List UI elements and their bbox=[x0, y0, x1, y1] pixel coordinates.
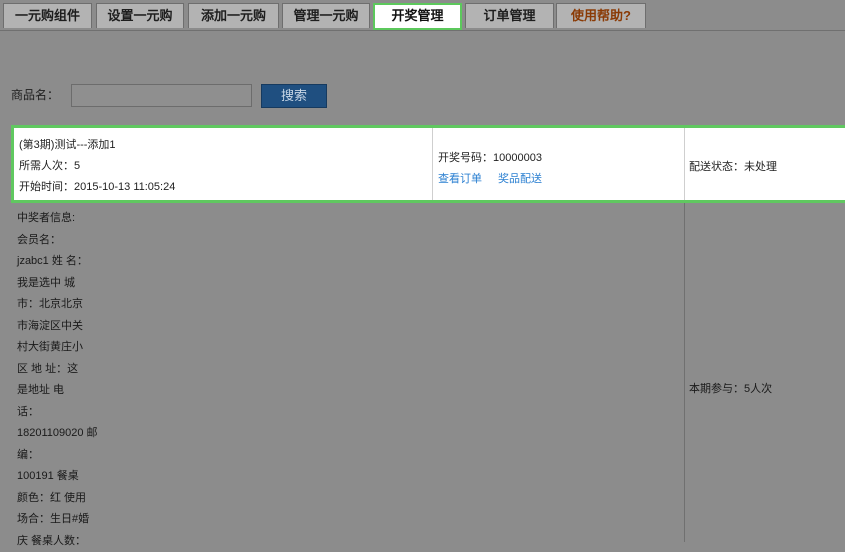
delivery-status: 配送状态：未处理 bbox=[689, 157, 845, 178]
tab-orders[interactable]: 订单管理 bbox=[465, 3, 554, 28]
participants-count: 本期参与：5人次 bbox=[689, 380, 772, 396]
tab-help[interactable]: 使用帮助? bbox=[556, 3, 646, 28]
winner-info-panel: 中奖者信息:会员名：jzabc1 姓 名：我是选中 城市：北京北京市海淀区中关村… bbox=[11, 203, 685, 542]
record-status-cell: 配送状态：未处理 bbox=[685, 128, 845, 200]
record-start-time: 开始时间：2015-10-13 11:05:24 bbox=[19, 177, 432, 198]
record-title: (第3期)测试---添加1 bbox=[19, 135, 432, 156]
winner-info-line: 话： bbox=[17, 402, 98, 424]
tab-lottery-management[interactable]: 开奖管理 bbox=[373, 3, 462, 30]
tab-bar: 一元购组件 设置一元购 添加一元购 管理一元购 开奖管理 订单管理 使用帮助? bbox=[0, 0, 845, 31]
search-button[interactable]: 搜索 bbox=[261, 84, 327, 108]
prize-delivery-link[interactable]: 奖品配送 bbox=[498, 173, 542, 185]
view-order-link[interactable]: 查看订单 bbox=[438, 173, 482, 185]
winner-info-line: 100191 餐桌 bbox=[17, 466, 98, 488]
winner-info-line: 是地址 电 bbox=[17, 380, 98, 402]
winner-info-line: 中奖者信息: bbox=[17, 208, 98, 230]
tab-component[interactable]: 一元购组件 bbox=[3, 3, 92, 28]
record-actions: 查看订单 奖品配送 bbox=[438, 169, 684, 190]
winner-info-line: 区 地 址：这 bbox=[17, 359, 98, 381]
record-lottery-cell: 开奖号码：10000003 查看订单 奖品配送 bbox=[433, 128, 685, 200]
winner-info-line: 会员名： bbox=[17, 230, 98, 252]
lottery-record-row: (第3期)测试---添加1 所需人次：5 开始时间：2015-10-13 11:… bbox=[11, 125, 845, 203]
tab-manage[interactable]: 管理一元购 bbox=[282, 3, 370, 28]
record-required-times: 所需人次：5 bbox=[19, 156, 432, 177]
winner-info-line: 我是选中 城 bbox=[17, 273, 98, 295]
winner-info-lines: 中奖者信息:会员名：jzabc1 姓 名：我是选中 城市：北京北京市海淀区中关村… bbox=[17, 208, 98, 552]
lottery-number: 开奖号码：10000003 bbox=[438, 148, 684, 169]
winner-info-line: 18201109020 邮 bbox=[17, 423, 98, 445]
winner-info-line: jzabc1 姓 名： bbox=[17, 251, 98, 273]
winner-info-line: 颜色：红 使用 bbox=[17, 488, 98, 510]
search-label: 商品名： bbox=[11, 86, 59, 103]
winner-info-line: 编： bbox=[17, 445, 98, 467]
winner-info-line: 市海淀区中关 bbox=[17, 316, 98, 338]
winner-info-line: 庆 餐桌人数： bbox=[17, 531, 98, 552]
tab-settings[interactable]: 设置一元购 bbox=[96, 3, 184, 28]
winner-info-line: 市：北京北京 bbox=[17, 294, 98, 316]
product-name-search-input[interactable] bbox=[71, 84, 252, 107]
record-info-cell: (第3期)测试---添加1 所需人次：5 开始时间：2015-10-13 11:… bbox=[14, 128, 433, 200]
winner-info-line: 村大街黄庄小 bbox=[17, 337, 98, 359]
tab-add[interactable]: 添加一元购 bbox=[188, 3, 279, 28]
winner-info-line: 场合：生日#婚 bbox=[17, 509, 98, 531]
